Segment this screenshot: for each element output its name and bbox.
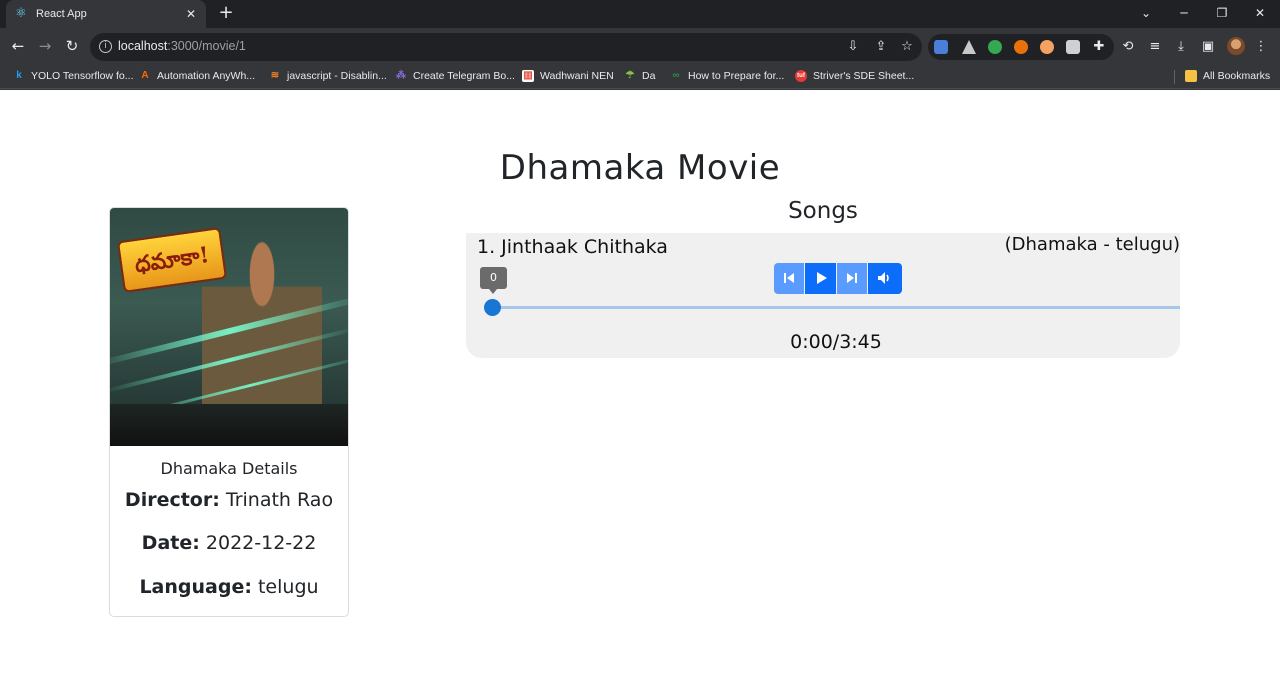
all-bookmarks-button[interactable]: All Bookmarks [1185,68,1270,84]
details-heading: Dhamaka Details [160,459,298,478]
poster-ground [110,404,348,446]
bookmark-label: Striver's SDE Sheet... [813,70,915,82]
bookmark-item[interactable]: ⁂ Create Telegram Bo... [395,68,515,84]
reading-list-icon[interactable]: ≡ [1147,39,1163,55]
react-icon: ⚛ [15,6,27,21]
player-controls [774,263,902,295]
songs-heading: Songs [788,198,858,224]
progress-slider-thumb[interactable] [484,299,501,316]
green-extension-icon[interactable] [988,40,1002,54]
gfg-icon: ∞ [672,70,680,81]
tab-search-icon[interactable]: ⌄ [1127,0,1165,28]
extension-icon[interactable] [934,40,948,54]
url-path: :3000/movie/1 [167,39,246,53]
network-icon: ⁂ [396,70,406,81]
play-icon [816,272,827,284]
stackoverflow-icon: ≋ [270,70,280,81]
director-label: Director: [124,489,220,511]
progress-slider-track[interactable] [492,306,1180,309]
audio-player: 1. Jinthaak Chithaka (Dhamaka - telugu) … [466,233,1180,358]
sync-icon[interactable]: ⟲ [1120,39,1136,55]
bookmark-label: YOLO Tensorflow fo... [31,70,134,82]
profile-avatar[interactable] [1227,37,1245,55]
new-tab-button[interactable]: + [216,3,236,23]
puzzle-extensions-icon[interactable]: ✚ [1092,40,1106,54]
bookmark-item[interactable]: ☂ Da [624,68,656,84]
bookmark-label: Da [642,70,656,82]
director-value: Trinath Rao [225,489,334,511]
date-line: Date: 2022-12-22 [110,532,348,554]
bookmark-item[interactable]: ≋ javascript - Disablin... [269,68,387,84]
date-value: 2022-12-22 [205,532,317,554]
language-line: Language: telugu [110,576,348,598]
grey-extension-icon[interactable] [1066,40,1080,54]
tab-close-icon[interactable]: ✕ [184,7,198,21]
tab-title: React App [36,8,87,20]
url-text[interactable]: localhost:3000/movie/1 [118,39,246,53]
bookmark-item[interactable]: k YOLO Tensorflow fo... [13,68,134,84]
page-title: Dhamaka Movie [499,148,781,188]
tuf-icon: tuf [795,70,807,82]
movie-card: ధమాకా! Dhamaka Details Director: Trinath… [109,207,349,617]
bookmark-label: Automation AnyWh... [157,70,256,82]
time-display: 0:00/3:45 [790,331,882,353]
bookmark-label: Create Telegram Bo... [413,70,515,82]
address-bar[interactable]: i localhost:3000/movie/1 ⇩ ⇪ ☆ [90,33,922,61]
date-label: Date: [141,532,200,554]
volume-button[interactable] [868,263,902,294]
close-window-icon[interactable]: ✕ [1241,0,1279,28]
back-icon[interactable]: ← [8,36,28,56]
bookmark-item[interactable]: ▥ Wadhwani NEN [522,68,614,84]
orange-extension-icon[interactable] [1040,40,1054,54]
download-icon[interactable]: ⤓ [1173,39,1189,55]
k-icon: k [16,70,22,81]
folder-icon [1185,70,1197,82]
language-label: Language: [139,576,252,598]
install-app-icon[interactable]: ⇩ [844,38,862,56]
side-panel-icon[interactable]: ▣ [1200,39,1216,55]
site-info-icon[interactable]: i [99,40,112,53]
reload-icon[interactable]: ↻ [62,36,82,56]
volume-icon [878,272,889,284]
forward-icon[interactable]: → [35,36,55,56]
song-title: 1. Jinthaak Chithaka [477,236,668,258]
bookmark-item[interactable]: tuf Striver's SDE Sheet... [795,68,914,84]
skip-next-icon [847,273,857,283]
share-icon[interactable]: ⇪ [872,38,890,56]
bookmark-star-icon[interactable]: ☆ [898,38,916,56]
a-icon: A [141,70,149,81]
wadhwani-icon: ▥ [522,70,534,82]
bookmark-label: Wadhwani NEN [540,70,614,82]
song-meta: (Dhamaka - telugu) [1004,234,1180,255]
bookmark-label: How to Prepare for... [688,70,785,82]
language-value: telugu [257,576,319,598]
bookmark-item[interactable]: ∞ How to Prepare for... [670,68,784,84]
previous-track-button[interactable] [774,263,804,294]
url-host: localhost [118,39,168,53]
toolbar: ← → ↻ i localhost:3000/movie/1 ⇩ ⇪ ☆ ✚ ⟲… [0,30,1280,62]
all-bookmarks-label: All Bookmarks [1203,70,1271,82]
browser-chrome: ⚛ React App ✕ + ⌄ ─ ❐ ✕ ← → ↻ i localhos… [0,0,1280,90]
skip-previous-icon [784,273,794,283]
bookmarks-divider [1174,70,1175,84]
movie-poster: ధమాకా! [110,208,348,446]
director-line: Director: Trinath Rao [110,489,348,511]
play-button[interactable] [805,263,836,294]
drive-extension-icon[interactable] [962,40,976,54]
bookmarks-bar: k YOLO Tensorflow fo... A Automation AnyWh… [0,62,1280,89]
bookmark-item[interactable]: A Automation AnyWh... [139,68,255,84]
bookmark-label: javascript - Disablin... [287,70,387,82]
tab-strip: ⚛ React App ✕ + ⌄ ─ ❐ ✕ [0,0,1280,28]
umbrella-icon: ☂ [625,70,635,81]
minimize-icon[interactable]: ─ [1165,0,1203,28]
restore-icon[interactable]: ❐ [1203,0,1241,28]
browser-tab[interactable]: ⚛ React App ✕ [6,0,206,28]
extensions-group: ✚ [928,34,1114,60]
menu-kebab-icon[interactable]: ⋮ [1253,39,1269,55]
next-track-button[interactable] [837,263,867,294]
c-extension-icon[interactable] [1014,40,1028,54]
slider-value-tooltip: 0 [480,267,507,294]
